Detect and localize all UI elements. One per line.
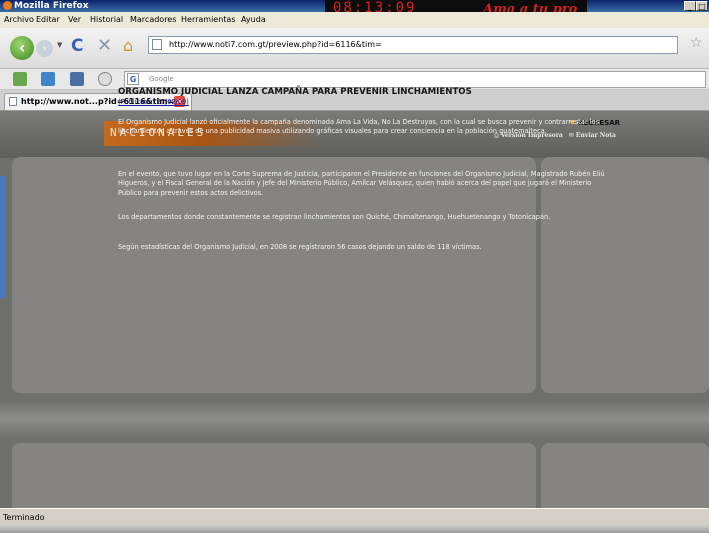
restore-button[interactable]: □: [696, 1, 708, 11]
menu-ver[interactable]: Ver: [68, 15, 81, 24]
menu-bar: Archivo Editar Ver Historial Marcadores …: [0, 12, 709, 28]
publish-date-link[interactable]: (Publicado: 27/02/09): [118, 98, 189, 106]
article-paragraph: En el evento, que tuvo lugar en la Corte…: [118, 170, 605, 197]
left-edge-strip: [0, 176, 6, 298]
search-box[interactable]: G Google: [124, 71, 706, 88]
firefox-icon: [3, 1, 12, 10]
window-title: Mozilla Firefox: [14, 1, 89, 11]
lower-side-panel: [541, 443, 709, 508]
search-placeholder: Google: [149, 75, 174, 83]
tab-page-icon: [9, 97, 17, 106]
url-text: http://www.noti7.com.gt/preview.php?id=6…: [169, 40, 382, 49]
bookmark-icon-3[interactable]: [70, 72, 84, 86]
page-icon: [152, 39, 162, 50]
bookmark-star-icon[interactable]: ☆: [690, 35, 703, 51]
status-bar: Terminado: [0, 508, 709, 526]
article-paragraph: Según estadísticas del Organismo Judicia…: [118, 243, 482, 251]
navigation-toolbar: ‹ › ▼ C ✕ ⌂ http://www.noti7.com.gt/prev…: [0, 28, 709, 69]
minimize-button[interactable]: _: [684, 1, 696, 11]
article-headline: ORGANISMO JUDICIAL LANZA CAMPAÑA PARA PR…: [118, 87, 472, 97]
status-text: Terminado: [3, 513, 45, 522]
forward-button[interactable]: ›: [36, 40, 53, 57]
history-dropdown-icon[interactable]: ▼: [57, 41, 62, 49]
history-clock-icon[interactable]: [98, 72, 112, 86]
article-paragraph: El Organismo Judicial lanzó oficialmente…: [118, 118, 600, 136]
lower-panel: [12, 443, 536, 508]
stop-icon[interactable]: ✕: [97, 35, 112, 56]
menu-herramientas[interactable]: Herramientas: [181, 15, 236, 24]
menu-historial[interactable]: Historial: [90, 15, 123, 24]
back-button[interactable]: ‹: [10, 36, 34, 60]
menu-editar[interactable]: Editar: [36, 15, 60, 24]
divider-band: [0, 401, 709, 439]
menu-archivo[interactable]: Archivo: [4, 15, 34, 24]
menu-ayuda[interactable]: Ayuda: [241, 15, 266, 24]
article-paragraph: Los departamentos donde constantemente s…: [118, 213, 551, 221]
home-icon[interactable]: ⌂: [123, 36, 133, 55]
menu-marcadores[interactable]: Marcadores: [130, 15, 176, 24]
bookmark-icon-1[interactable]: [13, 72, 27, 86]
bookmark-icon-2[interactable]: [41, 72, 55, 86]
google-icon[interactable]: G: [127, 73, 139, 85]
url-bar[interactable]: http://www.noti7.com.gt/preview.php?id=6…: [148, 36, 678, 54]
reload-icon[interactable]: C: [71, 36, 83, 56]
taskbar-strip: [0, 525, 709, 533]
